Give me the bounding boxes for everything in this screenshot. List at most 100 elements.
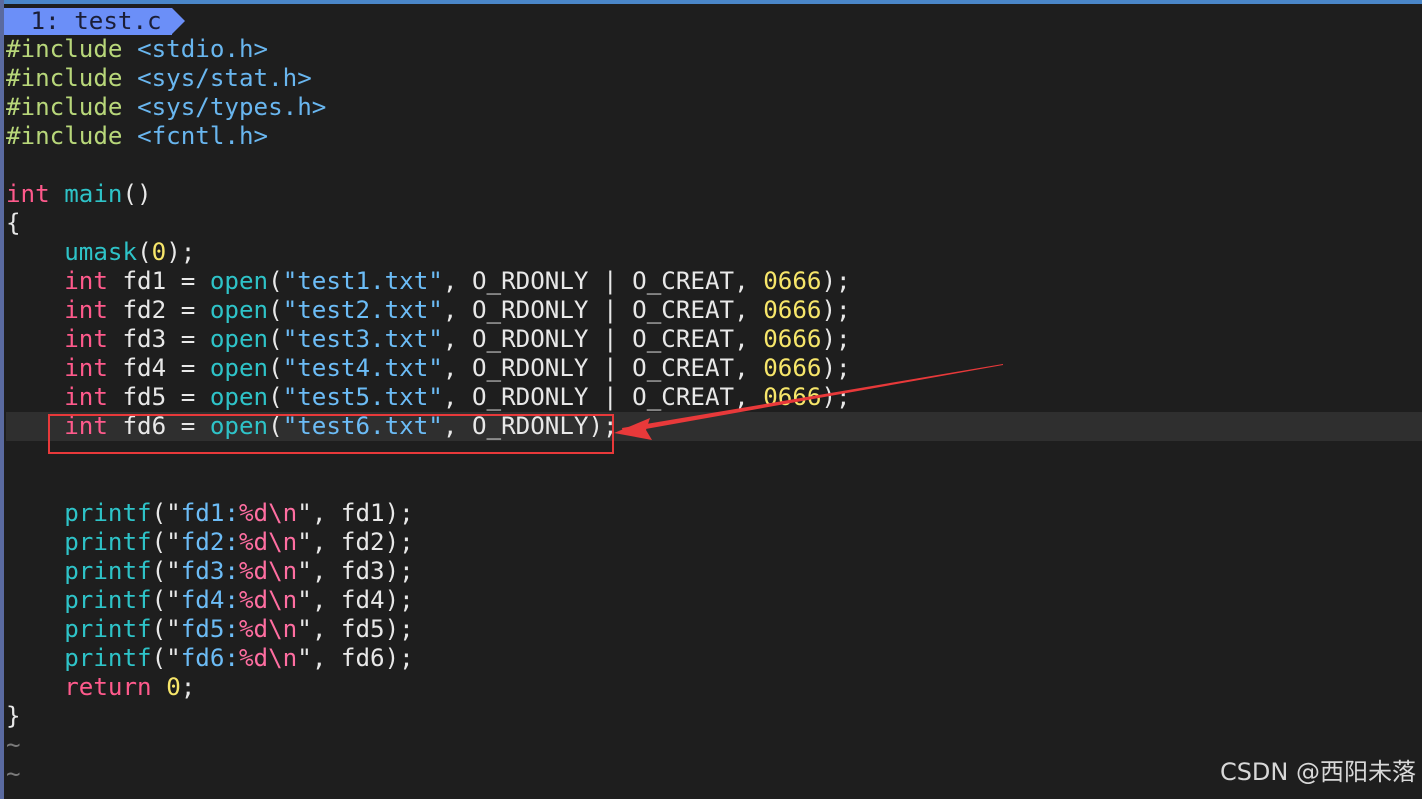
punct: " — [297, 586, 312, 614]
number-literal: 0666 — [763, 325, 822, 353]
code-line: printf("fd3:%d\n", fd3); — [6, 557, 1422, 586]
number-literal: 0 — [151, 238, 167, 266]
string-literal: "test6.txt" — [282, 412, 443, 440]
include-header: <fcntl.h> — [137, 122, 269, 150]
watermark: CSDN @西阳未落 — [1219, 758, 1416, 786]
punct: ( — [268, 267, 283, 295]
vim-tabline: 1: test.c — [4, 6, 1422, 35]
flags: , O_RDONLY | O_CREAT, — [442, 325, 764, 353]
punct: ); — [821, 296, 851, 324]
code-line: return 0; — [6, 673, 1422, 702]
function-name: open — [209, 354, 269, 382]
punct: ( — [268, 296, 283, 324]
flags: , O_RDONLY | O_CREAT, — [442, 354, 764, 382]
code-line: printf("fd4:%d\n", fd4); — [6, 586, 1422, 615]
assignment: fd6 = — [107, 412, 210, 440]
punct: " — [297, 499, 312, 527]
type-keyword: int — [64, 354, 108, 382]
format-specifier: %d\n — [239, 615, 298, 643]
code-line: int fd3 = open("test3.txt", O_RDONLY | O… — [6, 325, 1422, 354]
code-line: umask(0); — [6, 238, 1422, 267]
string-literal: "test1.txt" — [282, 267, 443, 295]
code-line: #include <sys/stat.h> — [6, 64, 1422, 93]
punct: (" — [151, 557, 181, 585]
code-line: printf("fd2:%d\n", fd2); — [6, 528, 1422, 557]
window-left-border — [0, 0, 4, 799]
punct: ( — [268, 354, 283, 382]
code-line: } — [6, 702, 1422, 731]
code-line: #include <stdio.h> — [6, 35, 1422, 64]
args: , fd4); — [311, 586, 414, 614]
tab-label: 1: test.c — [16, 7, 162, 35]
function-name: umask — [64, 238, 138, 266]
flags: , O_RDONLY); — [442, 412, 618, 440]
code-line: int fd1 = open("test1.txt", O_RDONLY | O… — [6, 267, 1422, 296]
string-literal: fd6: — [180, 644, 239, 672]
tilde-marker: ~ — [6, 760, 21, 788]
punct: ); — [821, 267, 851, 295]
punct: ( — [268, 383, 283, 411]
include-header: <sys/stat.h> — [137, 64, 312, 92]
punct: (" — [151, 615, 181, 643]
string-literal: fd1: — [180, 499, 239, 527]
string-literal: fd2: — [180, 528, 239, 556]
punct: ); — [821, 325, 851, 353]
punct: ( — [268, 325, 283, 353]
function-name: open — [209, 267, 269, 295]
empty-buffer-line: ~ — [6, 731, 1422, 760]
code-line: int fd2 = open("test2.txt", O_RDONLY | O… — [6, 296, 1422, 325]
punct: " — [297, 557, 312, 585]
punct: ); — [166, 238, 196, 266]
flags: , O_RDONLY | O_CREAT, — [442, 383, 764, 411]
number-literal: 0666 — [763, 296, 822, 324]
flags: , O_RDONLY | O_CREAT, — [442, 296, 764, 324]
code-editor[interactable]: #include <stdio.h> #include <sys/stat.h>… — [6, 35, 1422, 789]
code-line-current: int fd6 = open("test6.txt", O_RDONLY); — [6, 412, 1422, 441]
format-specifier: %d\n — [239, 499, 298, 527]
punct: (" — [151, 499, 181, 527]
window-top-border — [0, 0, 1422, 4]
assignment: fd4 = — [107, 354, 210, 382]
type-keyword: int — [64, 383, 108, 411]
args: , fd3); — [311, 557, 414, 585]
format-specifier: %d\n — [239, 586, 298, 614]
tilde-marker: ~ — [6, 731, 21, 759]
punct: (" — [151, 528, 181, 556]
code-line: int fd5 = open("test5.txt", O_RDONLY | O… — [6, 383, 1422, 412]
format-specifier: %d\n — [239, 644, 298, 672]
format-specifier: %d\n — [239, 557, 298, 585]
code-line: printf("fd5:%d\n", fd5); — [6, 615, 1422, 644]
code-line: int main() — [6, 180, 1422, 209]
args: , fd1); — [311, 499, 414, 527]
punct: ( — [137, 238, 152, 266]
function-name: printf — [64, 557, 152, 585]
assignment: fd3 = — [107, 325, 210, 353]
punct: (" — [151, 644, 181, 672]
code-line: printf("fd6:%d\n", fd6); — [6, 644, 1422, 673]
function-name: open — [209, 383, 269, 411]
assignment: fd5 = — [107, 383, 210, 411]
format-specifier: %d\n — [239, 528, 298, 556]
punct: " — [297, 644, 312, 672]
punct: ); — [821, 383, 851, 411]
args: , fd5); — [311, 615, 414, 643]
empty-buffer-line: ~ — [6, 760, 1422, 789]
tab-test-c[interactable]: 1: test.c — [4, 8, 172, 35]
